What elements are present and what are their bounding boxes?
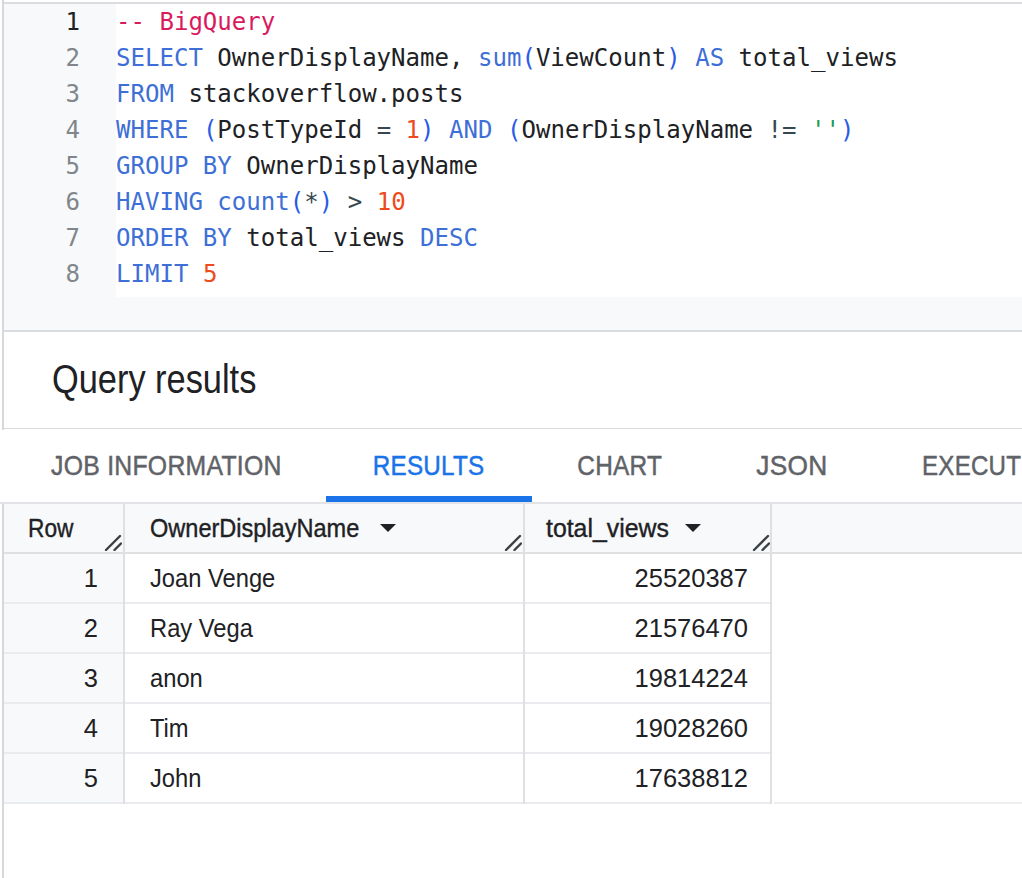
cell-row-number: 4 — [4, 704, 123, 752]
code-line[interactable]: ORDER BY total_views DESC — [116, 220, 1022, 256]
row-column-resize-grip-icon[interactable] — [104, 533, 122, 551]
table-bottom-border — [774, 802, 1022, 804]
cell-total-views: 19814224 — [525, 654, 770, 702]
bigquery-query-results-screen: 12345678 -- BigQuerySELECT OwnerDisplayN… — [0, 0, 1022, 878]
code-line[interactable]: FROM stackoverflow.posts — [116, 76, 1022, 112]
table-row[interactable]: 3 anon 19814224 — [4, 654, 772, 704]
results-table: Row OwnerDisplayName total_views 1 Joan … — [4, 504, 1022, 804]
editor-bottom-strip — [4, 297, 1022, 332]
cell-ownerdisplayname: Joan Venge — [125, 554, 523, 602]
active-tab-underline — [326, 496, 532, 502]
table-row[interactable]: 1 Joan Venge 25520387 — [4, 554, 772, 604]
column-border[interactable] — [123, 504, 125, 804]
tab-execution-details-label: EXECUTION DETAILS — [922, 450, 1022, 482]
editor-code-lines[interactable]: -- BigQuerySELECT OwnerDisplayName, sum(… — [116, 4, 1022, 292]
column-header-row: Row — [28, 504, 73, 552]
tab-results-label: RESULTS — [373, 450, 485, 482]
cell-row-number: 3 — [4, 654, 123, 702]
table-row[interactable]: 5 John 17638812 — [4, 754, 772, 804]
line-number: 4 — [4, 112, 80, 148]
column-header-ownerdisplayname[interactable]: OwnerDisplayName — [150, 504, 359, 552]
line-number: 6 — [4, 184, 80, 220]
column-border[interactable] — [770, 504, 772, 804]
column-header-total-views[interactable]: total_views — [546, 504, 669, 552]
line-number: 3 — [4, 76, 80, 112]
ownerdisplayname-column-menu-arrow-icon[interactable] — [380, 524, 396, 532]
tab-json[interactable]: JSON — [708, 430, 876, 502]
results-tab-bar: JOB INFORMATION RESULTS CHART JSON EXECU… — [0, 430, 1022, 504]
table-row[interactable]: 4 Tim 19028260 — [4, 704, 772, 754]
code-line[interactable]: LIMIT 5 — [116, 256, 1022, 292]
tab-json-label: JSON — [756, 450, 827, 482]
sql-editor[interactable]: 12345678 -- BigQuerySELECT OwnerDisplayN… — [4, 2, 1022, 297]
table-header-row: Row OwnerDisplayName total_views — [4, 504, 1022, 554]
line-number: 5 — [4, 148, 80, 184]
cell-ownerdisplayname: Ray Vega — [125, 604, 523, 652]
tab-results[interactable]: RESULTS — [326, 430, 532, 502]
cell-total-views: 25520387 — [525, 554, 770, 602]
ownerdisplayname-column-resize-grip-icon[interactable] — [504, 533, 522, 551]
tab-chart-label: CHART — [578, 450, 663, 482]
line-number: 1 — [4, 4, 80, 40]
cell-row-number: 2 — [4, 604, 123, 652]
cell-total-views: 19028260 — [525, 704, 770, 752]
cell-total-views: 17638812 — [525, 754, 770, 802]
tab-job-information-label: JOB INFORMATION — [51, 450, 282, 482]
cell-row-number: 1 — [4, 554, 123, 602]
code-line[interactable]: WHERE (PostTypeId = 1) AND (OwnerDisplay… — [116, 112, 1022, 148]
table-row[interactable]: 2 Ray Vega 21576470 — [4, 604, 772, 654]
code-line[interactable]: -- BigQuery — [116, 4, 1022, 40]
total-views-column-menu-arrow-icon[interactable] — [685, 524, 701, 532]
cell-total-views: 21576470 — [525, 604, 770, 652]
tab-execution-details[interactable]: EXECUTION DETAILS — [876, 430, 1022, 502]
line-number: 7 — [4, 220, 80, 256]
code-line[interactable]: HAVING count(*) > 10 — [116, 184, 1022, 220]
query-results-section: Query results — [4, 332, 1022, 429]
cell-ownerdisplayname: Tim — [125, 704, 523, 752]
line-number: 2 — [4, 40, 80, 76]
cell-row-number: 5 — [4, 754, 123, 802]
column-border[interactable] — [523, 504, 525, 804]
code-line[interactable]: SELECT OwnerDisplayName, sum(ViewCount) … — [116, 40, 1022, 76]
cell-ownerdisplayname: John — [125, 754, 523, 802]
code-line[interactable]: GROUP BY OwnerDisplayName — [116, 148, 1022, 184]
query-results-title: Query results — [52, 359, 256, 399]
line-number: 8 — [4, 256, 80, 292]
editor-line-numbers: 12345678 — [4, 4, 80, 292]
tab-chart[interactable]: CHART — [532, 430, 708, 502]
tab-job-information[interactable]: JOB INFORMATION — [0, 430, 332, 502]
total-views-column-resize-grip-icon[interactable] — [752, 533, 770, 551]
cell-ownerdisplayname: anon — [125, 654, 523, 702]
